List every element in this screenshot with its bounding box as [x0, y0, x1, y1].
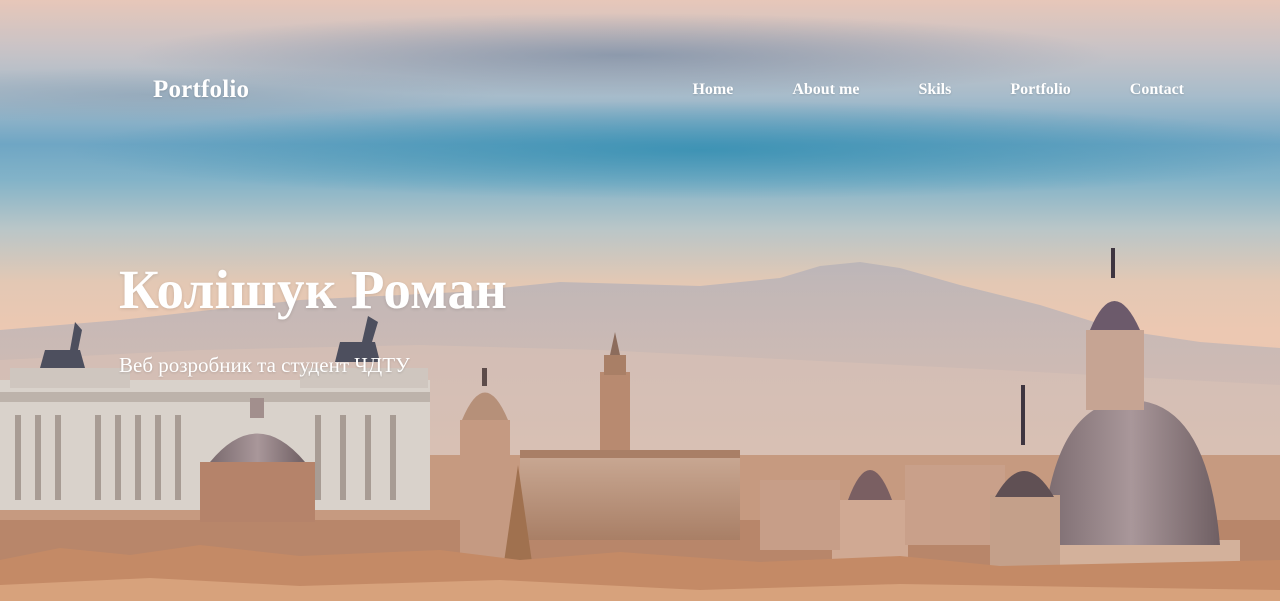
- hero-section: Portfolio Home About me Skils Portfolio …: [0, 0, 1280, 601]
- site-logo[interactable]: Portfolio: [153, 76, 249, 104]
- hero-title: Колішук Роман: [119, 259, 508, 320]
- nav-portfolio[interactable]: Portfolio: [1010, 81, 1070, 99]
- nav-home[interactable]: Home: [692, 81, 733, 99]
- nav-contact[interactable]: Contact: [1130, 81, 1184, 99]
- nav-skills[interactable]: Skils: [918, 81, 951, 99]
- capitol-building: [520, 455, 740, 540]
- main-nav: Home About me Skils Portfolio Contact: [692, 81, 1184, 99]
- nav-about-me[interactable]: About me: [792, 81, 859, 99]
- hero-subtitle: Веб розробник та студент ЧДТУ: [119, 353, 410, 377]
